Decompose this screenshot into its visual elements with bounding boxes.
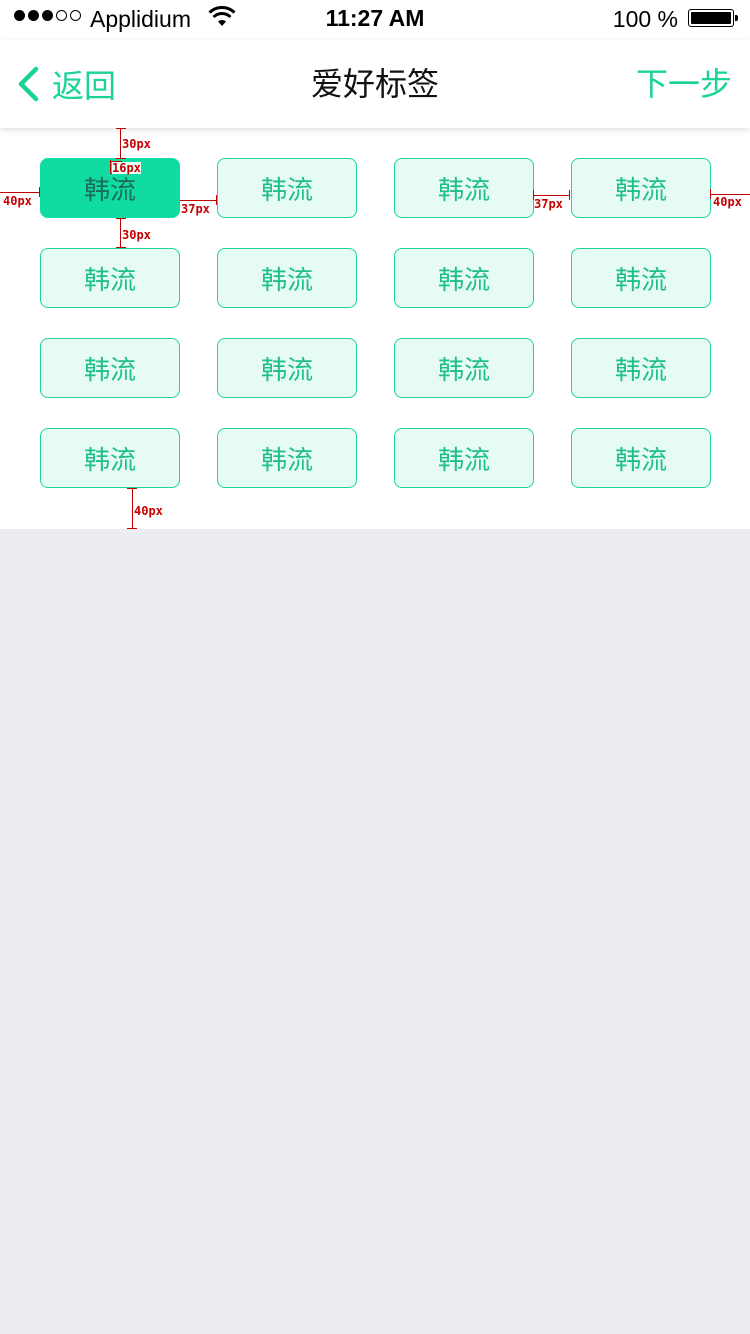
status-bar: Applidium 11:27 AM 100 % [0, 0, 750, 40]
hobby-tag[interactable]: 韩流 [571, 338, 711, 398]
hobby-tag[interactable]: 韩流 [40, 248, 180, 308]
hobby-tag[interactable]: 韩流 [217, 338, 357, 398]
hobby-tag-selected[interactable]: 韩流 [40, 158, 180, 218]
tag-panel: 韩流 韩流 韩流 韩流 韩流 韩流 韩流 韩流 韩流 韩流 韩流 韩流 韩流 韩… [0, 128, 750, 529]
hobby-tag-grid: 韩流 韩流 韩流 韩流 韩流 韩流 韩流 韩流 韩流 韩流 韩流 韩流 韩流 韩… [40, 158, 711, 488]
battery-percentage: 100 % [612, 6, 678, 32]
hobby-tag[interactable]: 韩流 [394, 158, 534, 218]
hobby-tag[interactable]: 韩流 [571, 158, 711, 218]
hobby-tag[interactable]: 韩流 [394, 338, 534, 398]
hobby-tag[interactable]: 韩流 [394, 248, 534, 308]
hobby-tag[interactable]: 韩流 [217, 428, 357, 488]
hobby-tag[interactable]: 韩流 [40, 428, 180, 488]
hobby-tag[interactable]: 韩流 [217, 158, 357, 218]
hobby-tag[interactable]: 韩流 [394, 428, 534, 488]
battery-icon [688, 9, 738, 27]
hobby-tag[interactable]: 韩流 [40, 338, 180, 398]
next-step-button[interactable]: 下一步 [636, 62, 732, 106]
navigation-bar: 返回 爱好标签 下一步 [0, 40, 750, 128]
hobby-tag[interactable]: 韩流 [217, 248, 357, 308]
hobby-tag[interactable]: 韩流 [571, 428, 711, 488]
hobby-tag[interactable]: 韩流 [571, 248, 711, 308]
